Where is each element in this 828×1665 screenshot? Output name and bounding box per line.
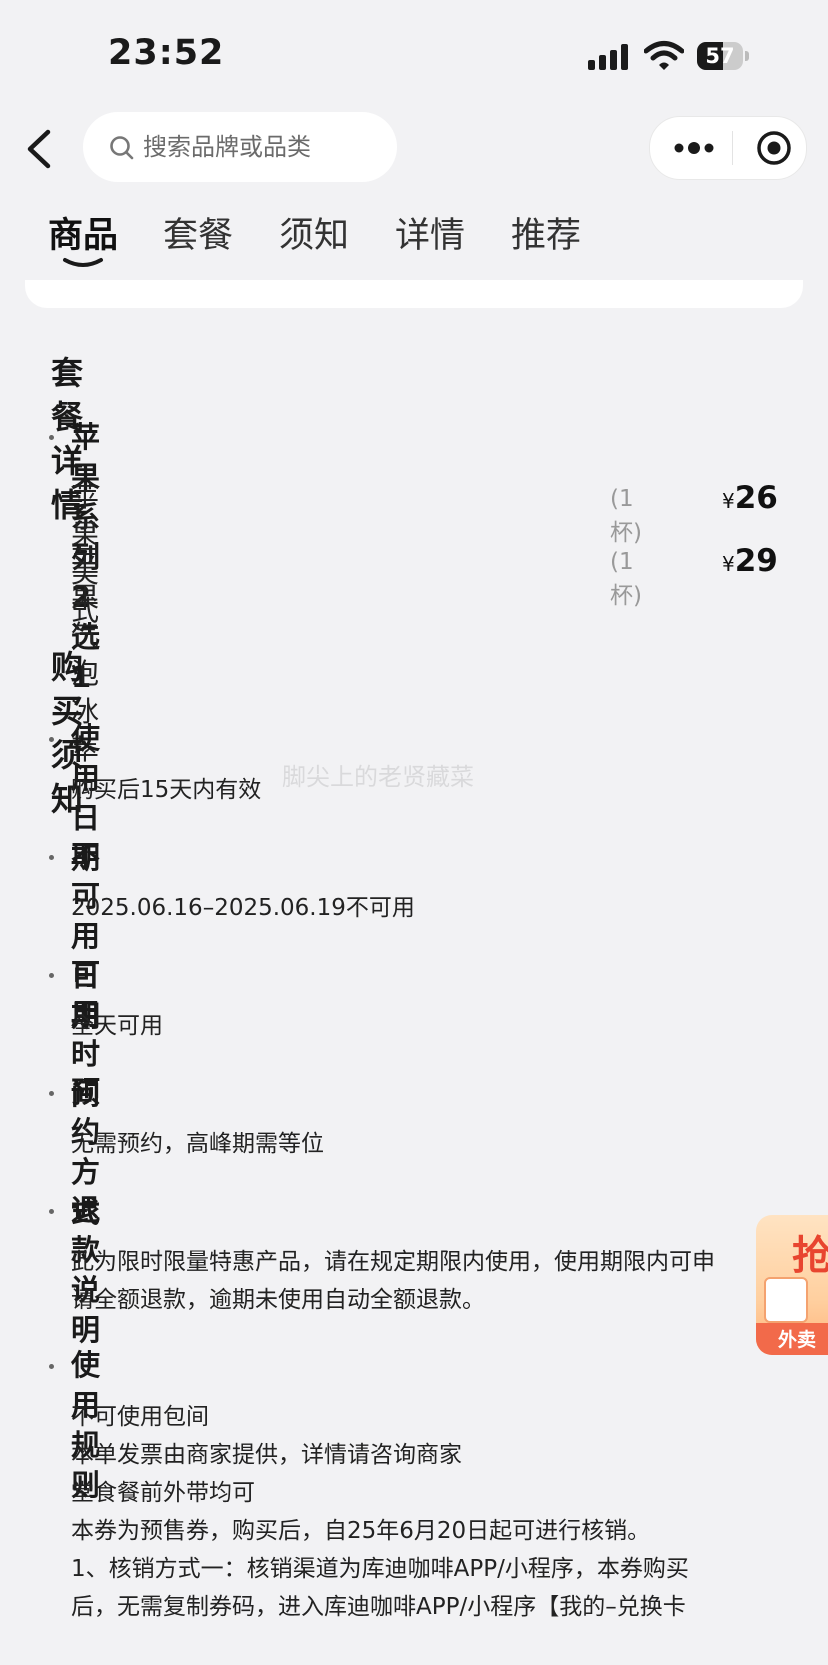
- tab-details[interactable]: 详情: [395, 214, 465, 258]
- notice-section-text: 请全额退款，逾期未使用自动全额退款。: [71, 1287, 485, 1313]
- wifi-icon: [644, 41, 684, 70]
- bullet: [49, 973, 54, 978]
- back-icon[interactable]: [20, 124, 64, 174]
- notice-section-text: 2025.06.16–2025.06.19不可用: [71, 895, 415, 921]
- battery-percent: 57: [705, 44, 735, 68]
- price-value: 29: [734, 543, 778, 579]
- capsule-divider: [732, 131, 733, 165]
- promo-big-text: 抢: [792, 1233, 828, 1279]
- notice-section-text: 1、核销方式一：核销渠道为库迪咖啡APP/小程序，本券购买: [71, 1556, 689, 1582]
- status-time: 23:52: [108, 33, 225, 73]
- notice-section-text: 后，无需复制券码，进入库迪咖啡APP/小程序【我的–兑换卡: [71, 1594, 686, 1620]
- tab-bar: 商品 套餐 须知 详情 推荐: [0, 200, 828, 280]
- package-item-qty: (1 杯): [610, 549, 642, 609]
- bullet: [49, 1364, 54, 1369]
- package-item-price: ¥26: [722, 478, 778, 523]
- notice-section-text: 本单发票由商家提供，详情请咨询商家: [71, 1442, 462, 1468]
- bullet: [49, 435, 54, 440]
- promo-tag-label: 外卖: [778, 1329, 817, 1351]
- top-nav: 搜索品牌或品类: [0, 110, 828, 190]
- tab-recommend[interactable]: 推荐: [511, 214, 581, 258]
- notice-section-text: 本券为预售券，购买后，自25年6月20日起可进行核销。: [71, 1518, 651, 1544]
- currency-symbol: ¥: [722, 489, 735, 513]
- bullet: [49, 855, 54, 860]
- tab-goods[interactable]: 商品: [48, 214, 118, 258]
- floating-promo-badge[interactable]: 抢 外卖: [756, 1215, 828, 1355]
- notice-section-text: 不可使用包间: [71, 1404, 209, 1430]
- bullet: [49, 1091, 54, 1096]
- search-icon: [110, 136, 134, 160]
- active-tab-indicator: [63, 258, 103, 267]
- price-value: 26: [734, 480, 778, 516]
- coffee-cup-icon: [764, 1277, 808, 1323]
- notice-section-text: 全天可用: [71, 1013, 163, 1039]
- more-icon[interactable]: [672, 135, 716, 161]
- bullet: [49, 737, 54, 742]
- miniprogram-capsule: [649, 116, 807, 180]
- notice-section-text: 无需预约，高峰期需等位: [71, 1131, 324, 1157]
- package-item-qty: (1 杯): [610, 486, 642, 546]
- tab-notice[interactable]: 须知: [279, 214, 349, 258]
- status-bar: 23:52 57: [0, 0, 828, 110]
- previous-card-edge: [25, 280, 803, 308]
- search-placeholder: 搜索品牌或品类: [143, 133, 311, 161]
- bullet: [49, 1209, 54, 1214]
- cellular-signal-icon: [588, 44, 630, 70]
- package-item-price: ¥29: [722, 541, 778, 586]
- notice-section-text: 此为限时限量特惠产品，请在规定期限内使用，使用期限内可申: [71, 1249, 715, 1275]
- battery-icon: 57: [697, 42, 749, 70]
- close-miniprogram-icon[interactable]: [756, 130, 792, 166]
- promo-tag: 外卖: [756, 1323, 828, 1355]
- search-bar[interactable]: 搜索品牌或品类: [83, 112, 397, 182]
- notice-section-text: 堂食餐前外带均可: [71, 1480, 255, 1506]
- currency-symbol: ¥: [722, 552, 735, 576]
- watermark: 脚尖上的老贤藏菜: [282, 763, 474, 791]
- tab-package[interactable]: 套餐: [163, 214, 233, 258]
